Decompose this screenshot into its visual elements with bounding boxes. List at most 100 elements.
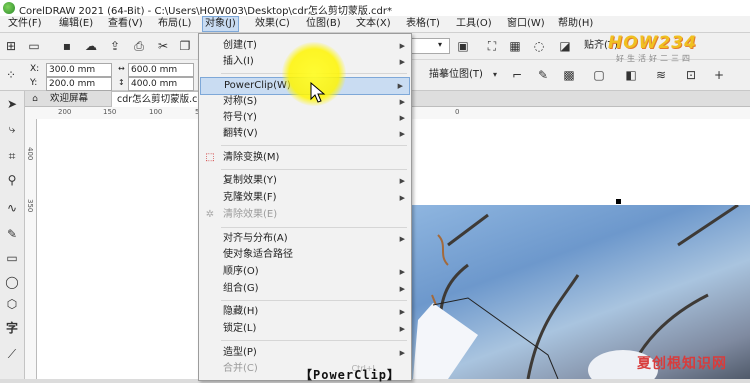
menu-file[interactable]: 文件(F)	[6, 17, 44, 31]
menu-item-shaping[interactable]: 造型(P) ▶	[199, 345, 411, 361]
title-bar: CorelDRAW 2021 (64-Bit) - C:\Users\HOW00…	[0, 0, 750, 17]
home-icon[interactable]: ⌂	[28, 92, 42, 106]
cloud-icon[interactable]: ☁	[84, 39, 98, 53]
ruler-tick: 350	[26, 199, 34, 213]
vertical-ruler[interactable]: 400 350	[25, 119, 37, 379]
upload-icon[interactable]: ⇪	[108, 39, 122, 53]
zoom-page-icon[interactable]: ▣	[456, 39, 470, 53]
zoom-level-dropdown[interactable]	[410, 38, 450, 54]
menu-bitmaps[interactable]: 位图(B)	[304, 17, 343, 31]
save-icon[interactable]: ▪	[60, 39, 74, 53]
grid-icon[interactable]: ◌	[532, 39, 546, 53]
crop-bitmap-icon[interactable]: ⌐	[510, 68, 524, 82]
new-document-icon[interactable]: ⊞	[4, 39, 18, 53]
ruler-tick: 100	[149, 108, 163, 116]
submenu-arrow-icon: ▶	[399, 177, 405, 185]
submenu-arrow-icon: ▶	[399, 308, 405, 316]
menu-item-clear-transformations[interactable]: ⬚ 清除变换(M)	[199, 150, 411, 166]
quick-customize-icon[interactable]: ⊡	[684, 68, 698, 82]
open-folder-icon[interactable]: ▭	[27, 39, 41, 53]
tab-welcome[interactable]: 欢迎屏幕	[45, 91, 93, 106]
bitmap-mask-icon[interactable]: ▩	[562, 68, 576, 82]
menu-divider	[221, 227, 407, 228]
freehand-tool-icon[interactable]: ∿	[5, 201, 19, 215]
menu-item-label: 对齐与分布(A)	[223, 233, 288, 244]
trace-bitmap-button[interactable]: 描摹位图(T)	[429, 69, 483, 81]
rectangle-tool-icon[interactable]: ▭	[5, 251, 19, 265]
resample-icon[interactable]: ▢	[592, 68, 606, 82]
zoom-tool-icon[interactable]: ⚲	[5, 173, 19, 187]
polygon-tool-icon[interactable]: ⬡	[5, 297, 19, 311]
y-position-field[interactable]: 200.0 mm	[46, 77, 112, 91]
submenu-arrow-icon: ▶	[399, 268, 405, 276]
menu-item-align-distribute[interactable]: 对齐与分布(A) ▶	[199, 231, 411, 247]
launcher-icon[interactable]: ◪	[558, 39, 572, 53]
menu-item-label: 锁定(L)	[223, 323, 257, 334]
copy-icon[interactable]: ❐	[178, 39, 192, 53]
object-origin-icon[interactable]: ⁘	[4, 68, 18, 82]
menu-table[interactable]: 表格(T)	[404, 17, 442, 31]
menu-tools[interactable]: 工具(O)	[454, 17, 494, 31]
menu-divider	[221, 169, 407, 170]
shape-tool-icon[interactable]: ⤷	[5, 122, 19, 136]
artistic-media-icon[interactable]: ✎	[5, 227, 19, 241]
menu-item-label: 使对象适合路径	[223, 249, 293, 260]
menu-item-order[interactable]: 顺序(O) ▶	[199, 264, 411, 280]
width-field[interactable]: 600.0 mm	[128, 63, 194, 77]
window-title: CorelDRAW 2021 (64-Bit) - C:\Users\HOW00…	[19, 6, 392, 17]
arrange-icon[interactable]: ◧	[624, 68, 638, 82]
brand-watermark: HOW234 好生活好二三四	[608, 33, 750, 63]
submenu-arrow-icon: ▶	[399, 130, 405, 138]
submenu-arrow-icon: ▶	[399, 42, 405, 50]
crop-tool-icon[interactable]: ⌗	[5, 149, 19, 163]
edit-bitmap-icon[interactable]: ✎	[536, 68, 550, 82]
menu-item-label: 符号(Y)	[223, 112, 257, 123]
parallel-dimension-icon[interactable]: ⟋	[5, 347, 19, 361]
menu-layout[interactable]: 布局(L)	[156, 17, 193, 31]
x-label: X:	[30, 64, 40, 74]
rulers-icon[interactable]: ▦	[508, 39, 522, 53]
submenu-arrow-icon: ▶	[399, 98, 405, 106]
menu-item-label: 造型(P)	[223, 347, 257, 358]
full-screen-icon[interactable]: ⛶	[485, 39, 499, 53]
add-icon[interactable]: +	[712, 68, 726, 82]
menu-item-clone-effect[interactable]: 克隆效果(F) ▶	[199, 190, 411, 206]
clear-transform-icon: ⬚	[205, 152, 215, 163]
menu-text[interactable]: 文本(X)	[354, 17, 393, 31]
pick-tool-icon[interactable]: ➤	[5, 97, 19, 111]
watermark-logo-text: HOW234	[608, 33, 697, 53]
menu-effects[interactable]: 效果(C)	[253, 17, 292, 31]
menu-item-hide[interactable]: 隐藏(H) ▶	[199, 304, 411, 320]
menu-bar: 文件(F) 编辑(E) 查看(V) 布局(L) 对象(J) 效果(C) 位图(B…	[0, 16, 750, 33]
menu-item-label: 清除变换(M)	[223, 152, 280, 163]
ellipse-tool-icon[interactable]: ◯	[5, 275, 19, 289]
menu-item-lock[interactable]: 锁定(L) ▶	[199, 321, 411, 337]
submenu-arrow-icon: ▶	[399, 235, 405, 243]
menu-item-symbol[interactable]: 符号(Y) ▶	[199, 110, 411, 126]
menu-help[interactable]: 帮助(H)	[556, 17, 595, 31]
menu-item-clear-effect: ✲ 清除效果(E)	[199, 207, 411, 223]
watermark-subtitle: 好生活好二三四	[616, 54, 693, 63]
cut-icon[interactable]: ✂	[156, 39, 170, 53]
site-watermark: 夏创根知识网	[637, 356, 727, 372]
menu-item-copy-effect[interactable]: 复制效果(Y) ▶	[199, 173, 411, 189]
menu-item-label: 清除效果(E)	[223, 209, 278, 220]
x-position-field[interactable]: 300.0 mm	[46, 63, 112, 77]
layers-icon[interactable]: ≋	[654, 68, 668, 82]
menu-item-label: 创建(T)	[223, 40, 257, 51]
height-field[interactable]: 400.0 mm	[128, 77, 194, 91]
menu-item-label: 合并(C)	[223, 363, 258, 374]
menu-item-flip[interactable]: 翻转(V) ▶	[199, 126, 411, 142]
menu-item-label: 克隆效果(F)	[223, 192, 277, 203]
menu-item-fit-to-path[interactable]: 使对象适合路径	[199, 247, 411, 263]
menu-view[interactable]: 查看(V)	[106, 17, 145, 31]
selection-handle[interactable]	[616, 199, 621, 204]
menu-object[interactable]: 对象(J)	[202, 16, 239, 32]
print-icon[interactable]: ⎙	[132, 39, 146, 53]
menu-item-group[interactable]: 组合(G) ▶	[199, 281, 411, 297]
menu-window[interactable]: 窗口(W)	[505, 17, 547, 31]
clear-effect-icon: ✲	[205, 209, 215, 220]
chevron-down-icon[interactable]: ▾	[488, 68, 502, 82]
menu-edit[interactable]: 编辑(E)	[57, 17, 95, 31]
text-tool-icon[interactable]: 字	[5, 321, 19, 335]
